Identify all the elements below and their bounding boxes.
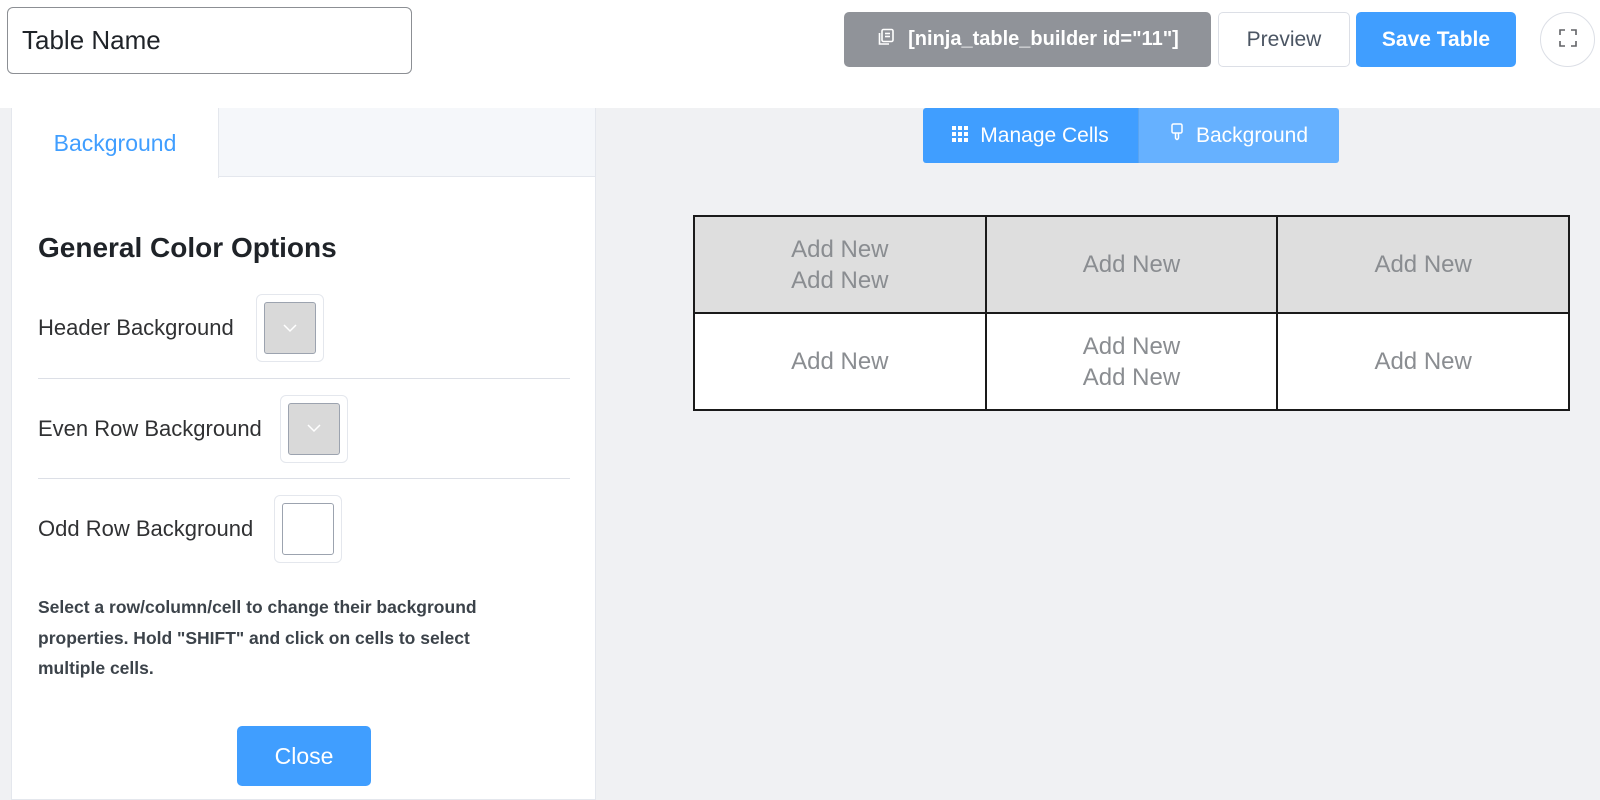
table-cell[interactable]: Add New Add New bbox=[984, 312, 1279, 411]
shortcode-text: [ninja_table_builder id="11"] bbox=[908, 28, 1179, 50]
tab-background[interactable]: Background bbox=[12, 108, 219, 178]
color-option-label: Even Row Background bbox=[38, 415, 262, 441]
paint-brush-icon bbox=[1170, 122, 1184, 149]
color-option-odd-row-background: Odd Row Background bbox=[38, 478, 570, 578]
color-option-label: Header Background bbox=[38, 315, 234, 340]
add-new-link[interactable]: Add New bbox=[1083, 362, 1180, 393]
manage-cells-button[interactable]: Manage Cells bbox=[923, 108, 1138, 163]
add-new-link[interactable]: Add New bbox=[1083, 331, 1180, 362]
table-name-input[interactable] bbox=[7, 7, 412, 74]
table-cell[interactable]: Add New bbox=[1276, 215, 1570, 314]
close-button[interactable]: Close bbox=[237, 726, 371, 786]
manage-cells-label: Manage Cells bbox=[980, 123, 1109, 147]
table-cell[interactable]: Add New bbox=[693, 312, 987, 411]
add-new-link[interactable]: Add New bbox=[1374, 346, 1471, 377]
background-mode-button[interactable]: Background bbox=[1138, 108, 1339, 163]
add-new-link[interactable]: Add New bbox=[791, 346, 888, 377]
cell-content: Add New bbox=[1278, 346, 1568, 377]
even-row-background-color-picker[interactable] bbox=[280, 394, 348, 463]
chevron-down-icon bbox=[307, 424, 321, 433]
table-cell[interactable]: Add New bbox=[1276, 312, 1570, 411]
add-new-link[interactable]: Add New bbox=[1083, 249, 1180, 280]
color-option-header-background: Header Background bbox=[38, 278, 570, 378]
save-table-button[interactable]: Save Table bbox=[1356, 12, 1516, 67]
panel-help-text: Select a row/column/cell to change their… bbox=[38, 597, 477, 678]
add-new-link[interactable]: Add New bbox=[1374, 249, 1471, 280]
background-settings-panel: Background General Color Options Header … bbox=[11, 108, 596, 800]
builder-table: Add New Add New Add New Add New Add New Add N… bbox=[693, 215, 1570, 411]
color-option-label: Odd Row Background bbox=[38, 515, 254, 541]
table-cell[interactable]: Add New bbox=[984, 215, 1279, 314]
cell-content: Add New Add New bbox=[695, 234, 985, 296]
cell-content: Add New Add New bbox=[987, 331, 1277, 393]
grid-icon bbox=[952, 124, 969, 148]
cell-content: Add New bbox=[1278, 249, 1568, 280]
mode-switch: Manage Cells Background bbox=[923, 108, 1339, 163]
table-header-row: Add New Add New Add New Add New bbox=[693, 215, 1570, 314]
color-swatch bbox=[264, 302, 316, 354]
panel-tabs: Background bbox=[12, 108, 595, 178]
add-new-link[interactable]: Add New bbox=[791, 265, 888, 296]
shortcode-button[interactable]: [ninja_table_builder id="11"] bbox=[844, 12, 1211, 67]
cell-content: Add New bbox=[987, 249, 1277, 280]
color-swatch bbox=[282, 502, 334, 555]
fullscreen-button[interactable] bbox=[1540, 12, 1595, 67]
cell-content: Add New bbox=[695, 346, 985, 377]
background-mode-label: Background bbox=[1195, 123, 1309, 147]
fullscreen-icon bbox=[1558, 28, 1578, 51]
copy-icon bbox=[876, 27, 896, 53]
preview-button[interactable]: Preview bbox=[1218, 12, 1350, 67]
chevron-down-icon bbox=[283, 323, 297, 332]
odd-row-background-color-picker[interactable] bbox=[274, 494, 342, 563]
table-row: Add New Add New Add New Add New bbox=[693, 312, 1570, 411]
panel-heading: General Color Options bbox=[38, 232, 337, 263]
add-new-link[interactable]: Add New bbox=[791, 234, 888, 265]
color-swatch bbox=[288, 402, 340, 455]
color-option-even-row-background: Even Row Background bbox=[38, 378, 570, 478]
table-cell[interactable]: Add New Add New bbox=[693, 215, 987, 314]
top-bar: [ninja_table_builder id="11"] Preview Sa… bbox=[0, 0, 1600, 108]
header-background-color-picker[interactable] bbox=[256, 294, 324, 362]
